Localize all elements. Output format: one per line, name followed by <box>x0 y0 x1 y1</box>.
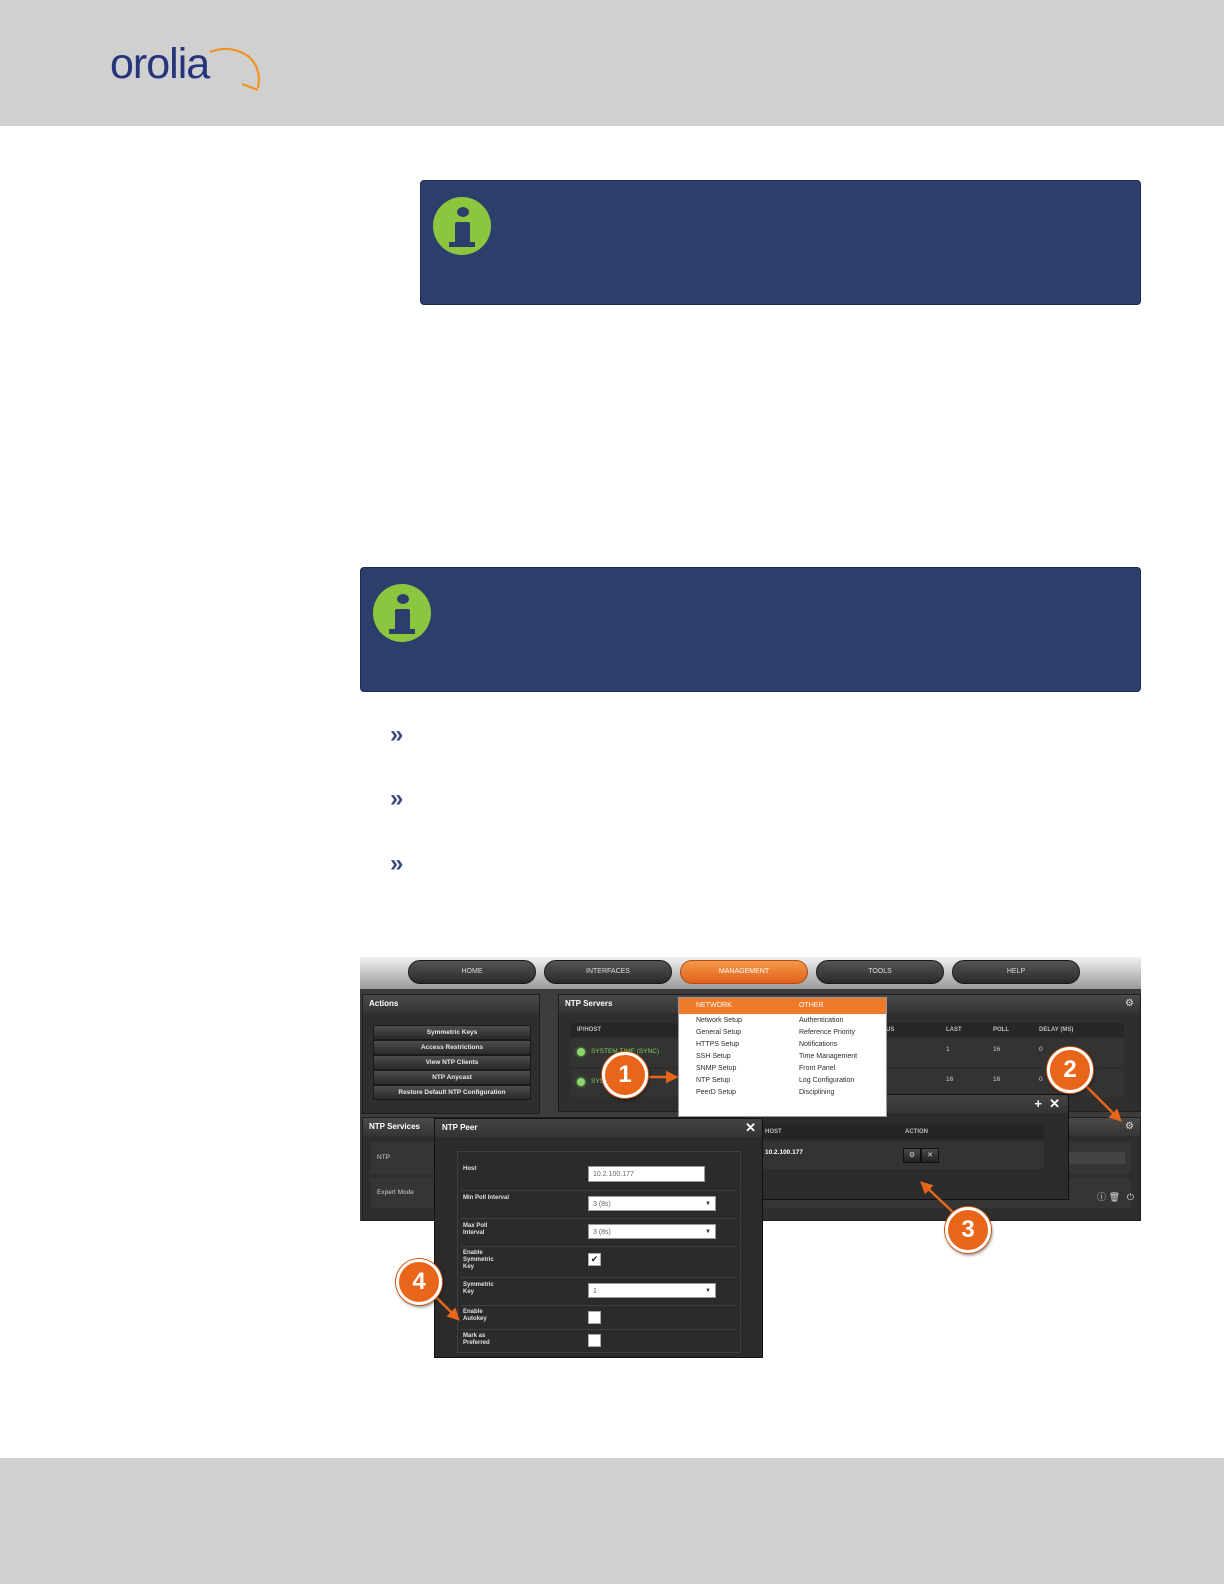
ntp-setup-screenshot: HOME INTERFACES MANAGEMENT TOOLS HELP Ac… <box>360 957 1141 1358</box>
page-footer <box>0 1458 1224 1584</box>
info-note-2 <box>360 567 1141 692</box>
callout-3: 3 <box>945 1207 991 1253</box>
enable-symmetric-key-label: Enable Symmetric Key <box>463 1250 494 1270</box>
enable-symmetric-key-checkbox[interactable]: ✔ <box>588 1253 601 1266</box>
double-chevron-icon: » <box>390 721 404 748</box>
callout-1: 1 <box>602 1052 648 1098</box>
max-poll-select[interactable]: 3 (8s) ▼ <box>588 1224 716 1239</box>
chevron-down-icon: ▼ <box>705 1229 711 1235</box>
double-chevron-icon: » <box>390 850 404 877</box>
info-icon <box>433 197 491 255</box>
mark-preferred-checkbox[interactable] <box>588 1334 601 1347</box>
symmetric-key-select[interactable]: 1 ▼ <box>588 1283 716 1298</box>
max-poll-label: Max Poll Interval <box>463 1223 488 1236</box>
max-poll-value: 3 (8s) <box>593 1229 611 1236</box>
symmetric-key-value: 1 <box>593 1288 597 1295</box>
mark-preferred-label: Mark as Preferred <box>463 1333 490 1346</box>
callout-2: 2 <box>1047 1047 1093 1093</box>
orolia-logo: orolia <box>110 38 270 98</box>
chevron-down-icon: ▼ <box>705 1288 711 1294</box>
enable-autokey-label: Enable Autokey <box>463 1309 487 1322</box>
info-note-1 <box>420 180 1141 305</box>
symmetric-key-label: Symmetric Key <box>463 1282 494 1295</box>
logo-swoosh <box>209 47 260 92</box>
enable-autokey-checkbox[interactable] <box>588 1311 601 1324</box>
callout-arrows <box>431 1070 1122 1321</box>
info-icon <box>373 584 431 642</box>
callout-4: 4 <box>396 1259 442 1305</box>
double-chevron-icon: » <box>390 785 404 812</box>
